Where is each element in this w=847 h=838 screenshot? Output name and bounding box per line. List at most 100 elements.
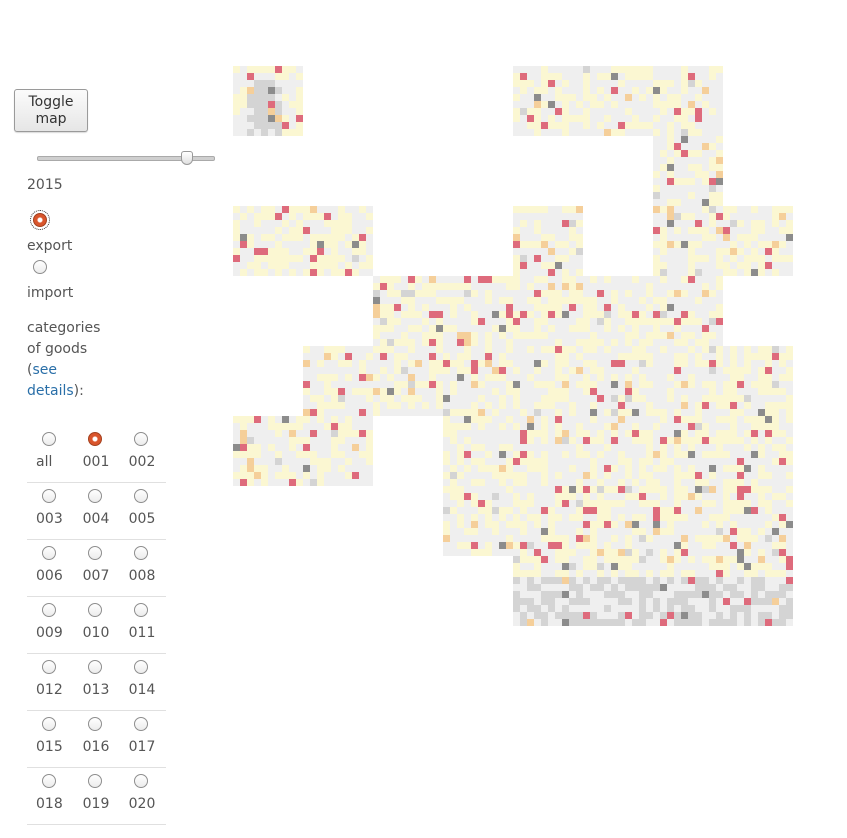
map-cell[interactable]	[520, 115, 527, 122]
map-cell[interactable]	[702, 465, 709, 472]
map-cell[interactable]	[772, 388, 779, 395]
map-cell[interactable]	[660, 304, 667, 311]
map-cell[interactable]	[625, 325, 632, 332]
map-cell[interactable]	[583, 129, 590, 136]
map-cell[interactable]	[695, 374, 702, 381]
map-cell[interactable]	[653, 493, 660, 500]
map-cell[interactable]	[667, 143, 674, 150]
map-cell[interactable]	[317, 269, 324, 276]
map-cell[interactable]	[331, 220, 338, 227]
map-cell[interactable]	[569, 255, 576, 262]
map-cell[interactable]	[366, 395, 373, 402]
map-cell[interactable]	[282, 465, 289, 472]
map-cell[interactable]	[513, 493, 520, 500]
map-cell[interactable]	[765, 570, 772, 577]
map-cell[interactable]	[681, 493, 688, 500]
map-cell[interactable]	[639, 73, 646, 80]
map-cell[interactable]	[751, 507, 758, 514]
map-cell[interactable]	[632, 122, 639, 129]
map-cell[interactable]	[513, 465, 520, 472]
map-cell[interactable]	[744, 472, 751, 479]
map-cell[interactable]	[709, 164, 716, 171]
map-cell[interactable]	[583, 472, 590, 479]
map-cell[interactable]	[485, 374, 492, 381]
map-cell[interactable]	[527, 101, 534, 108]
map-cell[interactable]	[618, 311, 625, 318]
map-cell[interactable]	[723, 465, 730, 472]
map-cell[interactable]	[758, 619, 765, 626]
map-cell[interactable]	[289, 206, 296, 213]
map-cell[interactable]	[611, 535, 618, 542]
map-cell[interactable]	[758, 500, 765, 507]
map-cell[interactable]	[730, 458, 737, 465]
map-cell[interactable]	[289, 115, 296, 122]
map-cell[interactable]	[786, 486, 793, 493]
map-cell[interactable]	[527, 423, 534, 430]
map-cell[interactable]	[317, 213, 324, 220]
map-cell[interactable]	[709, 122, 716, 129]
map-cell[interactable]	[709, 262, 716, 269]
map-cell[interactable]	[562, 493, 569, 500]
map-cell[interactable]	[527, 353, 534, 360]
map-cell[interactable]	[373, 325, 380, 332]
map-cell[interactable]	[415, 346, 422, 353]
map-cell[interactable]	[646, 535, 653, 542]
map-cell[interactable]	[562, 73, 569, 80]
map-cell[interactable]	[779, 465, 786, 472]
map-cell[interactable]	[380, 374, 387, 381]
map-cell[interactable]	[597, 66, 604, 73]
map-cell[interactable]	[744, 619, 751, 626]
map-cell[interactable]	[737, 430, 744, 437]
map-cell[interactable]	[688, 87, 695, 94]
map-cell[interactable]	[667, 465, 674, 472]
map-cell[interactable]	[611, 493, 618, 500]
map-cell[interactable]	[681, 185, 688, 192]
map-cell[interactable]	[688, 437, 695, 444]
map-cell[interactable]	[660, 563, 667, 570]
map-cell[interactable]	[394, 297, 401, 304]
map-cell[interactable]	[688, 381, 695, 388]
map-cell[interactable]	[324, 395, 331, 402]
map-cell[interactable]	[261, 269, 268, 276]
map-cell[interactable]	[471, 437, 478, 444]
map-cell[interactable]	[380, 304, 387, 311]
map-cell[interactable]	[303, 444, 310, 451]
map-cell[interactable]	[716, 73, 723, 80]
map-cell[interactable]	[758, 549, 765, 556]
map-cell[interactable]	[422, 353, 429, 360]
map-cell[interactable]	[450, 332, 457, 339]
map-cell[interactable]	[387, 388, 394, 395]
map-cell[interactable]	[380, 388, 387, 395]
map-cell[interactable]	[695, 164, 702, 171]
map-cell[interactable]	[618, 458, 625, 465]
map-cell[interactable]	[247, 241, 254, 248]
map-cell[interactable]	[247, 444, 254, 451]
map-cell[interactable]	[324, 437, 331, 444]
map-cell[interactable]	[702, 94, 709, 101]
map-cell[interactable]	[772, 507, 779, 514]
map-cell[interactable]	[513, 591, 520, 598]
map-cell[interactable]	[289, 479, 296, 486]
map-cell[interactable]	[310, 353, 317, 360]
map-cell[interactable]	[450, 409, 457, 416]
map-cell[interactable]	[695, 367, 702, 374]
map-cell[interactable]	[625, 619, 632, 626]
map-cell[interactable]	[338, 472, 345, 479]
map-cell[interactable]	[618, 339, 625, 346]
map-cell[interactable]	[583, 465, 590, 472]
map-cell[interactable]	[765, 437, 772, 444]
map-cell[interactable]	[576, 591, 583, 598]
map-cell[interactable]	[555, 423, 562, 430]
map-cell[interactable]	[569, 129, 576, 136]
map-cell[interactable]	[506, 360, 513, 367]
map-cell[interactable]	[555, 507, 562, 514]
map-cell[interactable]	[660, 591, 667, 598]
map-cell[interactable]	[562, 94, 569, 101]
map-cell[interactable]	[639, 605, 646, 612]
map-cell[interactable]	[569, 584, 576, 591]
map-cell[interactable]	[275, 451, 282, 458]
map-cell[interactable]	[324, 367, 331, 374]
map-cell[interactable]	[541, 360, 548, 367]
map-cell[interactable]	[289, 227, 296, 234]
map-cell[interactable]	[562, 325, 569, 332]
